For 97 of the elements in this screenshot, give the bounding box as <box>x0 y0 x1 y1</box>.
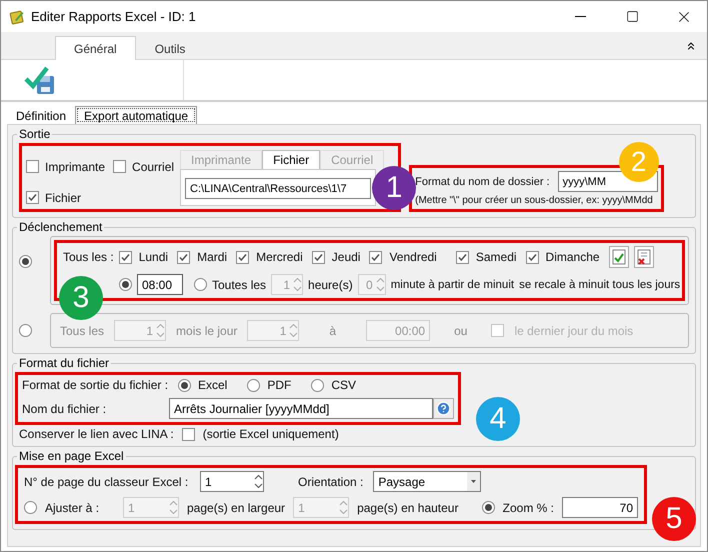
spin-arrows-icon <box>376 277 385 292</box>
checkbox[interactable] <box>369 250 382 264</box>
row-label: mois le jour <box>176 324 238 338</box>
group-title: Déclenchement <box>18 220 104 234</box>
radio-label: Zoom % : <box>502 500 554 514</box>
tab[interactable]: Export automatique <box>75 106 198 124</box>
window-title: Editer Rapports Excel - ID: 1 <box>31 9 197 24</box>
callout-badge: 3 <box>59 276 103 320</box>
radio-button[interactable] <box>194 278 207 291</box>
checkbox[interactable] <box>26 191 39 204</box>
group-title: Sortie <box>18 127 52 141</box>
time-field[interactable]: 08:00 <box>137 274 183 295</box>
path-field[interactable]: C:\LINA\Central\Ressources\1\7 <box>185 178 372 199</box>
unit-label: minute à partir de minuit <box>390 278 514 290</box>
callout-badge: 1 <box>372 166 416 210</box>
checkbox[interactable] <box>491 324 504 337</box>
spin-arrows-icon <box>289 323 298 338</box>
unit-label: heure(s) <box>308 278 353 292</box>
spin-arrows-icon <box>254 474 263 489</box>
field-label: Orientation : <box>298 474 364 488</box>
checkbox-label: Lundi <box>138 250 168 264</box>
file-name-field[interactable]: Arrêts Journalier [yyyyMMdd] <box>169 398 433 419</box>
ribbon-tab[interactable]: Outils <box>136 36 204 60</box>
tab[interactable]: Définition <box>7 107 76 124</box>
orientation-dropdown[interactable]: Paysage <box>373 471 482 492</box>
minimize-icon <box>574 16 586 17</box>
radio-label: CSV <box>331 378 356 392</box>
row-label: Tous les : <box>63 250 114 264</box>
callout-badge: 2 <box>618 142 659 182</box>
radio-button[interactable] <box>482 501 495 514</box>
check-all-button[interactable] <box>608 246 629 268</box>
checkbox-label: Vendredi <box>389 250 437 264</box>
checkbox-label: Mercredi <box>256 250 303 264</box>
help-icon <box>436 401 451 416</box>
field-label: Format du nom de dossier : <box>415 176 550 188</box>
row-label: Tous les <box>60 324 104 338</box>
checkbox[interactable] <box>118 250 132 264</box>
callout-badge: 4 <box>476 397 520 441</box>
notebook-icon <box>9 8 25 24</box>
radio-label: Excel <box>198 378 228 392</box>
spin-field[interactable]: 1 <box>200 471 264 492</box>
radio-label: Toutes les <box>212 278 266 292</box>
checkbox[interactable] <box>182 428 195 440</box>
radio-button[interactable] <box>178 378 191 392</box>
row-label: à <box>329 324 336 338</box>
radio-label: Ajuster à : <box>45 500 100 514</box>
caret-icon <box>467 472 480 491</box>
checkbox-label: Imprimante <box>45 160 106 174</box>
group-title: Format du fichier <box>18 356 110 370</box>
checkbox-label: Samedi <box>476 250 517 264</box>
spin-arrows-icon <box>169 500 178 515</box>
save-button[interactable] <box>23 64 57 96</box>
checkbox[interactable] <box>526 250 539 264</box>
save-check-icon <box>23 64 57 96</box>
checkbox[interactable] <box>312 250 325 264</box>
checkbox-label: (sortie Excel uniquement) <box>202 427 339 441</box>
spin-arrows-icon <box>293 277 302 292</box>
checkbox-label: Mardi <box>197 250 228 264</box>
checkbox-label: Fichier <box>45 190 82 204</box>
zoom-field[interactable]: 70 <box>562 497 638 518</box>
page-cross-icon <box>636 249 651 265</box>
unit-label: page(s) en hauteur <box>357 500 458 514</box>
field-label: N° de page du classeur Excel : <box>24 474 190 488</box>
row-label: ou <box>454 324 468 338</box>
help-button[interactable] <box>433 398 454 419</box>
radio-label: PDF <box>267 378 292 392</box>
radio-button[interactable] <box>19 255 32 268</box>
radio-button[interactable] <box>19 324 32 337</box>
spin-arrows-icon <box>156 323 166 338</box>
ribbon-tab[interactable]: Général <box>55 36 136 60</box>
field-label: Nom du fichier : <box>22 402 108 416</box>
field-label: Conserver le lien avec LINA : <box>19 427 174 441</box>
tab[interactable]: Fichier <box>262 150 320 169</box>
radio-button[interactable] <box>247 378 260 392</box>
checkbox[interactable] <box>236 250 250 264</box>
maximize-icon <box>626 10 638 23</box>
note-text: se recale à minuit tous les jours <box>519 278 680 290</box>
checkbox-label: Jeudi <box>332 250 360 264</box>
spin-arrows-icon <box>339 500 348 515</box>
hint-text: (Mettre "\" pour créer un sous-dossier, ex: yyyy\MMdd <box>415 195 654 206</box>
checkbox-label: le dernier jour du mois <box>514 324 634 338</box>
checkbox-label: Courriel <box>132 160 174 174</box>
checkbox[interactable] <box>113 160 126 173</box>
radio-button[interactable] <box>119 278 132 291</box>
unit-label: page(s) en largeur <box>187 500 286 514</box>
checkbox-label: Dimanche <box>546 250 600 264</box>
checkbox[interactable] <box>177 250 190 264</box>
callout-badge: 5 <box>652 497 696 541</box>
radio-button[interactable] <box>24 501 37 514</box>
page-check-icon <box>612 249 626 265</box>
group-title: Mise en page Excel <box>18 449 125 463</box>
radio-button[interactable] <box>311 378 324 392</box>
checkbox[interactable] <box>456 250 469 264</box>
checkbox[interactable] <box>26 160 39 173</box>
field-label: Format de sortie du fichier : <box>22 378 166 392</box>
uncheck-all-button[interactable] <box>634 246 654 268</box>
collapse-icon[interactable] <box>685 40 697 52</box>
